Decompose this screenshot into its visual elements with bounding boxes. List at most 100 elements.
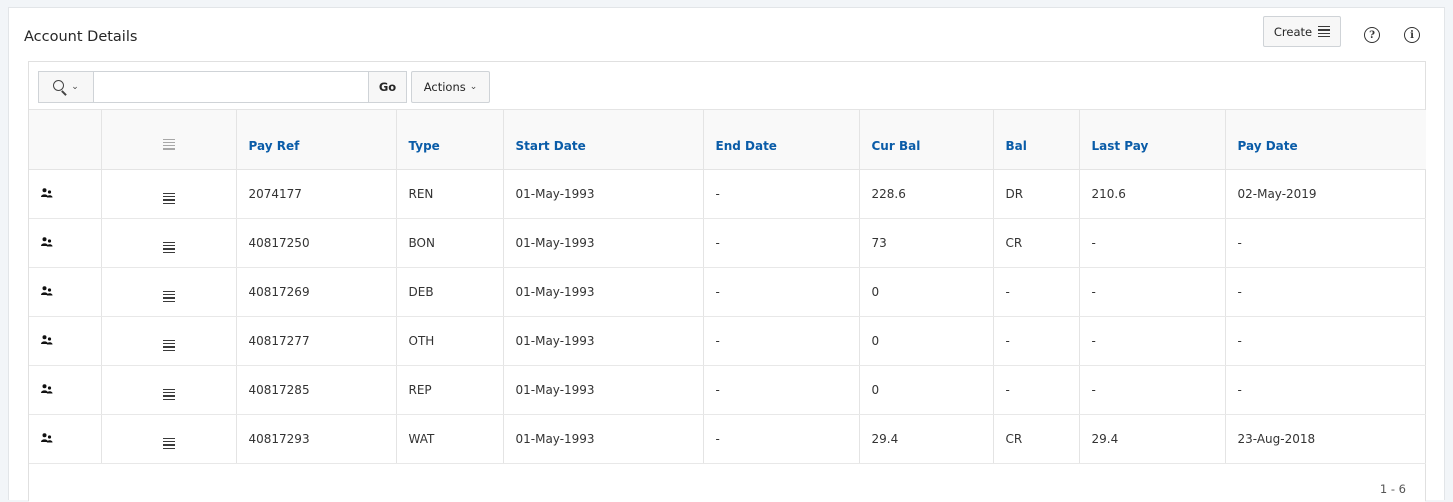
cell-pay-date: 23-Aug-2018	[1224, 414, 1426, 464]
search-input[interactable]	[94, 72, 368, 102]
row-link-cell	[29, 218, 101, 268]
search-column-selector[interactable]: ⌄	[39, 72, 94, 102]
cell-type: OTH	[395, 316, 503, 366]
report-footer: 1 - 6	[29, 470, 1425, 502]
column-header-last-pay[interactable]: Last Pay	[1078, 110, 1225, 170]
cell-pay-date: 02-May-2019	[1224, 169, 1426, 219]
cell-last-pay: 29.4	[1078, 414, 1225, 464]
person-group-icon[interactable]	[41, 285, 53, 299]
table-header-row: Pay Ref Type Start Date End Date Cur Bal…	[29, 110, 1426, 170]
column-header-pay-ref[interactable]: Pay Ref	[235, 110, 396, 170]
cell-bal: -	[992, 267, 1079, 317]
cell-cur-bal: 0	[858, 267, 993, 317]
row-menu-cell	[100, 267, 236, 317]
cell-start-date: 01-May-1993	[502, 316, 703, 366]
row-menu-icon[interactable]	[162, 290, 175, 302]
cell-cur-bal: 228.6	[858, 169, 993, 219]
help-icon[interactable]: ?	[1364, 27, 1380, 43]
row-menu-cell	[100, 414, 236, 464]
column-header-menu	[100, 110, 236, 170]
chevron-down-icon: ⌄	[469, 82, 478, 92]
cell-bal: DR	[992, 169, 1079, 219]
info-icon[interactable]: i	[1404, 27, 1420, 43]
pagination-range: 1 - 6	[1379, 482, 1406, 496]
cell-last-pay: 210.6	[1078, 169, 1225, 219]
interactive-report: ⌄ Go Actions ⌄ Pay Ref Type Start Date E…	[28, 61, 1426, 502]
column-header-cur-bal[interactable]: Cur Bal	[858, 110, 993, 170]
cell-start-date: 01-May-1993	[502, 365, 703, 415]
cell-last-pay: -	[1078, 267, 1225, 317]
cell-bal: CR	[992, 414, 1079, 464]
cell-end-date: -	[702, 267, 859, 317]
search-icon	[53, 80, 67, 96]
cell-pay-ref: 40817293	[235, 414, 396, 464]
report-toolbar: ⌄ Go Actions ⌄	[29, 62, 1425, 110]
row-menu-icon[interactable]	[162, 192, 175, 204]
table-row: 40817285 REP 01-May-1993-0- - -	[29, 365, 1426, 415]
cell-end-date: -	[702, 218, 859, 268]
person-group-icon[interactable]	[41, 432, 53, 446]
cell-start-date: 01-May-1993	[502, 218, 703, 268]
cell-end-date: -	[702, 414, 859, 464]
column-header-start-date[interactable]: Start Date	[502, 110, 703, 170]
person-group-icon[interactable]	[41, 383, 53, 397]
cell-cur-bal: 0	[858, 316, 993, 366]
table-row: 40817250 BON 01-May-1993-73 CR - -	[29, 218, 1426, 268]
row-menu-icon[interactable]	[162, 241, 175, 253]
go-button[interactable]: Go	[368, 72, 406, 102]
cell-end-date: -	[702, 365, 859, 415]
column-header-bal[interactable]: Bal	[992, 110, 1079, 170]
report-table: Pay Ref Type Start Date End Date Cur Bal…	[29, 110, 1426, 464]
table-row: 40817293 WAT 01-May-1993-29.4 CR 29.4 23-Aug-…	[29, 414, 1426, 464]
row-menu-icon[interactable]	[162, 437, 175, 449]
chevron-down-icon: ⌄	[71, 82, 79, 92]
row-link-cell	[29, 316, 101, 366]
row-link-cell	[29, 365, 101, 415]
account-details-region: Account Details Create ? i ⌄ Go Actions …	[8, 7, 1445, 502]
person-group-icon[interactable]	[41, 236, 53, 250]
cell-type: WAT	[395, 414, 503, 464]
actions-button[interactable]: Actions ⌄	[411, 71, 490, 103]
table-row: 40817277 OTH 01-May-1993-0- - -	[29, 316, 1426, 366]
column-header-end-date[interactable]: End Date	[702, 110, 859, 170]
row-link-cell	[29, 169, 101, 219]
menu-icon	[1318, 25, 1331, 38]
row-menu-icon[interactable]	[162, 339, 175, 351]
cell-start-date: 01-May-1993	[502, 169, 703, 219]
cell-bal: -	[992, 316, 1079, 366]
cell-type: REP	[395, 365, 503, 415]
row-menu-icon[interactable]	[162, 388, 175, 400]
column-header-type[interactable]: Type	[395, 110, 503, 170]
cell-cur-bal: 73	[858, 218, 993, 268]
person-group-icon[interactable]	[41, 334, 53, 348]
cell-bal: CR	[992, 218, 1079, 268]
cell-bal: -	[992, 365, 1079, 415]
create-button[interactable]: Create	[1263, 16, 1341, 47]
search-bar: ⌄ Go	[38, 71, 407, 103]
actions-button-label: Actions	[423, 80, 466, 94]
cell-start-date: 01-May-1993	[502, 414, 703, 464]
cell-type: BON	[395, 218, 503, 268]
cell-start-date: 01-May-1993	[502, 267, 703, 317]
create-button-label: Create	[1273, 24, 1313, 39]
cell-type: DEB	[395, 267, 503, 317]
cell-pay-date: -	[1224, 267, 1426, 317]
column-header-pay-date[interactable]: Pay Date	[1224, 110, 1426, 170]
cell-pay-ref: 2074177	[235, 169, 396, 219]
cell-type: REN	[395, 169, 503, 219]
person-group-icon[interactable]	[41, 187, 53, 201]
row-menu-cell	[100, 169, 236, 219]
cell-pay-date: -	[1224, 365, 1426, 415]
cell-cur-bal: 29.4	[858, 414, 993, 464]
cell-last-pay: -	[1078, 316, 1225, 366]
cell-pay-date: -	[1224, 316, 1426, 366]
region-header: Account Details Create ? i	[9, 8, 1444, 62]
page-title: Account Details	[24, 29, 138, 45]
menu-icon	[162, 138, 175, 150]
cell-pay-ref: 40817269	[235, 267, 396, 317]
cell-last-pay: -	[1078, 365, 1225, 415]
cell-end-date: -	[702, 316, 859, 366]
cell-pay-ref: 40817277	[235, 316, 396, 366]
cell-cur-bal: 0	[858, 365, 993, 415]
column-header-link	[29, 110, 101, 170]
